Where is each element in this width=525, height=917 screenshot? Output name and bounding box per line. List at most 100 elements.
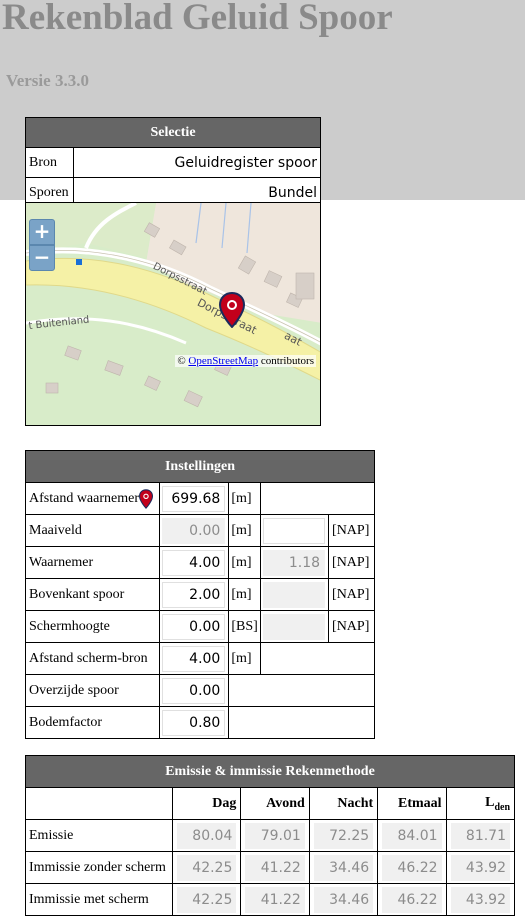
immissie-met-avond-cell: 41.22 xyxy=(240,883,310,916)
map[interactable]: Dorpsstraat Dorpsstraat t Buitenland ssu… xyxy=(25,202,321,426)
column-header-etmaal: Etmaal xyxy=(377,787,447,820)
openstreetmap-link[interactable]: OpenStreetMap xyxy=(188,355,258,367)
waarnemer-nap-cell: 1.18 xyxy=(260,546,330,579)
bodemfactor-cell: 0.80 xyxy=(159,706,230,739)
afstand-waarnemer-text: Afstand waarnemer xyxy=(29,490,140,506)
version-label: Versie 3.3.0 xyxy=(6,71,89,90)
value-cell: 41.22 xyxy=(245,854,305,881)
bovenkant-spoor-input[interactable]: 2.00 xyxy=(162,581,226,608)
row-afstand-scherm-bron: Afstand scherm-bron 4.00 [m] xyxy=(24,642,375,675)
unit-label: [m] xyxy=(228,546,262,579)
column-header-dag: Dag xyxy=(171,787,242,820)
schermhoogte-nap-cell xyxy=(260,610,330,643)
selectie-table: Selectie Bron Geluidregister spoor Spore… xyxy=(25,117,321,208)
immissie-met-etmaal-cell: 46.22 xyxy=(377,883,447,916)
overzijde-spoor-cell: 0.00 xyxy=(159,674,230,707)
map-marker-icon[interactable] xyxy=(219,292,245,328)
emissie-avond-cell: 79.01 xyxy=(240,819,310,852)
empty-cell xyxy=(260,642,375,675)
row-label-immissie-met-scherm: Immissie met scherm xyxy=(25,883,173,916)
map-attribution: © OpenStreetMap contributors xyxy=(175,355,316,367)
emissie-nacht-cell: 72.25 xyxy=(308,819,379,852)
value-cell: 42.25 xyxy=(177,886,237,913)
overzijde-spoor-input[interactable]: 0.00 xyxy=(162,677,226,704)
map-marker-icon[interactable] xyxy=(139,488,154,510)
immissie-zonder-dag-cell: 42.25 xyxy=(171,851,242,884)
selectie-row-bron: Bron Geluidregister spoor xyxy=(25,147,321,178)
value-cell: 79.01 xyxy=(245,822,305,849)
row-label-immissie-zonder-scherm: Immissie zonder scherm xyxy=(25,851,173,884)
bovenkant-spoor-nap-cell xyxy=(260,578,330,611)
bron-label: Bron xyxy=(25,147,74,178)
emissie-dag-cell: 80.04 xyxy=(171,819,242,852)
nap-unit-label: [NAP] xyxy=(328,610,375,643)
value-cell: 43.92 xyxy=(450,854,510,881)
table-row: Immissie zonder scherm 42.25 41.22 34.46… xyxy=(25,851,516,884)
unit-label: [m] xyxy=(228,578,262,611)
bron-select[interactable]: Geluidregister spoor xyxy=(73,147,321,178)
immissie-met-lden-cell: 43.92 xyxy=(445,883,516,916)
emissie-header-row: Dag Avond Nacht Etmaal Lden xyxy=(25,787,516,820)
zoom-out-button[interactable]: − xyxy=(29,245,55,271)
maaiveld-label: Maaiveld xyxy=(24,514,161,547)
afstand-waarnemer-input[interactable]: 699.68 xyxy=(162,485,226,512)
table-row: Immissie met scherm 42.25 41.22 34.46 46… xyxy=(25,883,516,916)
afstand-waarnemer-label: Afstand waarnemer xyxy=(24,482,161,515)
overzijde-spoor-label: Overzijde spoor xyxy=(24,674,161,707)
unit-label: [BS] xyxy=(228,610,262,643)
maaiveld-nap-cell xyxy=(260,514,330,547)
row-afstand-waarnemer: Afstand waarnemer 699.68 [m] xyxy=(24,482,375,515)
row-waarnemer: Waarnemer 4.00 [m] 1.18 [NAP] xyxy=(24,546,375,579)
emissie-lden-cell: 81.71 xyxy=(445,819,516,852)
column-header-avond: Avond xyxy=(240,787,310,820)
emissie-table: Emissie & immissie Rekenmethode Dag Avon… xyxy=(25,755,516,916)
schermhoogte-label: Schermhoogte xyxy=(24,610,161,643)
bodemfactor-input[interactable]: 0.80 xyxy=(162,709,226,736)
bovenkant-spoor-label: Bovenkant spoor xyxy=(24,578,161,611)
waarnemer-input[interactable]: 4.00 xyxy=(162,549,226,576)
maaiveld-nap-input[interactable] xyxy=(263,517,326,544)
waarnemer-cell: 4.00 xyxy=(159,546,230,579)
schermhoogte-input[interactable]: 0.00 xyxy=(162,613,226,640)
bovenkant-spoor-cell: 2.00 xyxy=(159,578,230,611)
emissie-title: Emissie & immissie Rekenmethode xyxy=(25,755,515,788)
unit-label: [m] xyxy=(228,514,262,547)
maaiveld-cell: 0.00 xyxy=(159,514,230,547)
lden-sub: den xyxy=(494,801,510,813)
row-overzijde-spoor: Overzijde spoor 0.00 xyxy=(24,674,375,707)
maaiveld-value: 0.00 xyxy=(162,517,226,544)
value-cell: 34.46 xyxy=(313,886,374,913)
value-cell: 72.25 xyxy=(313,822,374,849)
value-cell: 81.71 xyxy=(450,822,510,849)
value-cell: 41.22 xyxy=(245,886,305,913)
immissie-zonder-lden-cell: 43.92 xyxy=(445,851,516,884)
row-bovenkant-spoor: Bovenkant spoor 2.00 [m] [NAP] xyxy=(24,578,375,611)
nap-unit-label: [NAP] xyxy=(328,578,375,611)
unit-label: [m] xyxy=(228,482,262,515)
row-schermhoogte: Schermhoogte 0.00 [BS] [NAP] xyxy=(24,610,375,643)
map-tiles xyxy=(26,203,320,425)
afstand-scherm-bron-label: Afstand scherm-bron xyxy=(24,642,161,675)
zoom-in-button[interactable]: + xyxy=(29,219,55,245)
bodemfactor-label: Bodemfactor xyxy=(24,706,161,739)
value-cell: 42.25 xyxy=(177,854,237,881)
afstand-scherm-bron-input[interactable]: 4.00 xyxy=(162,645,226,672)
attribution-suffix: contributors xyxy=(260,355,314,367)
empty-cell xyxy=(228,706,375,739)
value-cell: 34.46 xyxy=(313,854,374,881)
table-row: Emissie 80.04 79.01 72.25 84.01 81.71 xyxy=(25,819,516,852)
immissie-zonder-avond-cell: 41.22 xyxy=(240,851,310,884)
value-cell: 43.92 xyxy=(450,886,510,913)
page-title: Rekenblad Geluid Spoor xyxy=(2,0,393,38)
schermhoogte-cell: 0.00 xyxy=(159,610,230,643)
value-cell: 80.04 xyxy=(177,822,237,849)
nap-unit-label: [NAP] xyxy=(328,546,375,579)
empty-cell xyxy=(260,482,375,515)
column-header-nacht: Nacht xyxy=(308,787,379,820)
immissie-met-dag-cell: 42.25 xyxy=(171,883,242,916)
immissie-met-nacht-cell: 34.46 xyxy=(308,883,379,916)
waarnemer-label: Waarnemer xyxy=(24,546,161,579)
schermhoogte-nap-value xyxy=(263,613,326,640)
instellingen-title: Instellingen xyxy=(25,450,375,483)
row-maaiveld: Maaiveld 0.00 [m] [NAP] xyxy=(24,514,375,547)
